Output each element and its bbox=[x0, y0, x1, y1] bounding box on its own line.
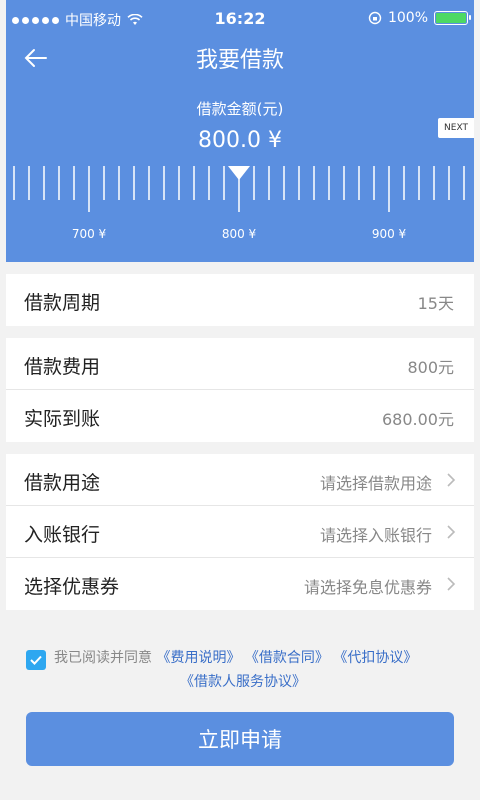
header: 中国移动 16:22 100% 我要借款 借款金额(元) 800.0 ¥ NEX… bbox=[6, 0, 474, 262]
ruler-label-800: 800 ¥ bbox=[222, 227, 257, 241]
fee-value: 800元 bbox=[407, 358, 454, 377]
period-value: 15天 bbox=[417, 294, 454, 313]
amount-ruler-slider[interactable]: 700 ¥ 800 ¥ 900 ¥ bbox=[6, 160, 474, 260]
apply-button[interactable]: 立即申请 bbox=[26, 712, 454, 766]
coupon-placeholder: 请选择免息优惠券 bbox=[303, 578, 432, 597]
checkmark-icon bbox=[30, 655, 42, 665]
purpose-row[interactable]: 借款用途 请选择借款用途 bbox=[6, 454, 474, 506]
purpose-placeholder: 请选择借款用途 bbox=[319, 474, 432, 493]
purpose-label: 借款用途 bbox=[24, 472, 101, 494]
fee-description-link[interactable]: 《费用说明》 bbox=[156, 650, 240, 666]
status-bar: 中国移动 16:22 100% bbox=[6, 0, 474, 36]
bank-placeholder: 请选择入账银行 bbox=[319, 526, 432, 545]
chevron-right-icon bbox=[447, 473, 456, 487]
options-section: 借款用途 请选择借款用途 入账银行 请选择入账银行 选择优惠券 请选择免息优惠券 bbox=[6, 454, 474, 610]
coupon-row[interactable]: 选择优惠券 请选择免息优惠券 bbox=[6, 558, 474, 610]
nav-bar: 我要借款 bbox=[6, 36, 474, 80]
fee-row: 借款费用 800元 bbox=[6, 338, 474, 390]
battery-icon bbox=[434, 11, 471, 25]
period-section: 借款周期 15天 bbox=[6, 274, 474, 326]
borrower-service-agreement-link[interactable]: 《借款人服务协议》 bbox=[180, 674, 306, 690]
ruler-label-900: 900 ¥ bbox=[372, 227, 407, 241]
coupon-label: 选择优惠券 bbox=[24, 576, 120, 598]
battery-percent: 100% bbox=[387, 10, 428, 26]
received-value: 680.00元 bbox=[382, 410, 454, 429]
chevron-right-icon bbox=[447, 525, 456, 539]
loan-contract-link[interactable]: 《借款合同》 bbox=[245, 650, 329, 666]
period-label: 借款周期 bbox=[24, 292, 101, 314]
agreement-prefix: 我已阅读并同意 bbox=[54, 650, 152, 666]
slider-pointer-icon bbox=[228, 166, 250, 180]
received-row: 实际到账 680.00元 bbox=[6, 390, 474, 442]
chevron-right-icon bbox=[447, 577, 456, 591]
debit-agreement-link[interactable]: 《代扣协议》 bbox=[333, 650, 417, 666]
next-button[interactable]: NEXT bbox=[438, 118, 474, 138]
rotation-lock-icon bbox=[368, 11, 382, 25]
bank-row[interactable]: 入账银行 请选择入账银行 bbox=[6, 506, 474, 558]
fee-label: 借款费用 bbox=[24, 356, 101, 378]
ruler-label-700: 700 ¥ bbox=[72, 227, 107, 241]
bank-label: 入账银行 bbox=[24, 524, 101, 546]
amount-value: 800.0 ¥ bbox=[198, 128, 282, 153]
agree-checkbox[interactable] bbox=[26, 650, 46, 670]
loan-application-screen: 中国移动 16:22 100% 我要借款 借款金额(元) 800.0 ¥ NEX… bbox=[6, 0, 474, 800]
page-title: 我要借款 bbox=[195, 48, 284, 73]
amount-label: 借款金额(元) bbox=[196, 100, 284, 118]
period-row: 借款周期 15天 bbox=[6, 274, 474, 326]
received-label: 实际到账 bbox=[24, 408, 101, 430]
fee-section: 借款费用 800元 实际到账 680.00元 bbox=[6, 338, 474, 442]
